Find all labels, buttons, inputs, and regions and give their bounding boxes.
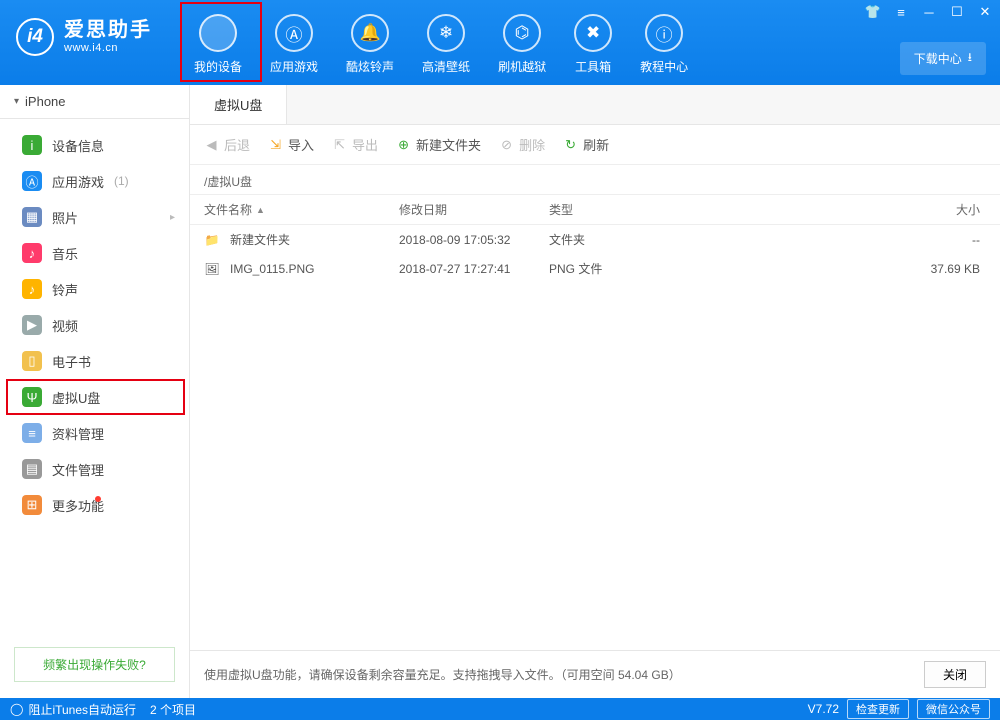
sidebar-item-udisk[interactable]: Ψ虚拟U盘 bbox=[6, 379, 185, 415]
sidebar-item-video[interactable]: ▶视频 bbox=[0, 307, 189, 343]
file-list: 📁新建文件夹2018-08-09 17:05:32文件夹--🖼IMG_0115.… bbox=[190, 225, 1000, 283]
breadcrumb-path[interactable]: /虚拟U盘 bbox=[190, 165, 1000, 194]
col-type[interactable]: 类型 bbox=[549, 201, 699, 218]
table-row[interactable]: 🖼IMG_0115.PNG2018-07-27 17:27:41PNG 文件37… bbox=[190, 254, 1000, 283]
version-label: V7.72 bbox=[808, 702, 839, 716]
sidebar-item-more[interactable]: ⊞更多功能 bbox=[0, 487, 189, 523]
app-url: www.i4.cn bbox=[64, 42, 152, 54]
table-header: 文件名称▲ 修改日期 类型 大小 bbox=[190, 194, 1000, 225]
sidebar-item-info-badge[interactable]: i设备信息 bbox=[0, 127, 189, 163]
main-nav: 我的设备 Ⓐ应用游戏 🔔酷炫铃声 ❄高清壁纸 ⌬刷机越狱 ✖工具箱 ⓘ教程中心 bbox=[194, 0, 688, 75]
notification-dot bbox=[95, 496, 101, 502]
col-date[interactable]: 修改日期 bbox=[399, 201, 549, 218]
download-center-button[interactable]: 下载中心 ⭳ bbox=[900, 42, 986, 75]
sidebar-item-photos[interactable]: ▦照片▸ bbox=[0, 199, 189, 235]
video-icon: ▶ bbox=[22, 315, 42, 335]
delete-button: ⊘删除 bbox=[499, 135, 545, 154]
minimize-icon[interactable]: ─ bbox=[920, 4, 938, 20]
sidebar: ▾ iPhone i设备信息Ⓐ应用游戏 (1)▦照片▸♪音乐♪铃声▶视频▯电子书… bbox=[0, 85, 190, 698]
main-panel: 虚拟U盘 ◀后退 ⇲导入 ⇱导出 ⊕新建文件夹 ⊘删除 ↻刷新 /虚拟U盘 文件… bbox=[190, 85, 1000, 698]
logo: i4 爱思助手 www.i4.cn bbox=[0, 0, 176, 56]
col-name[interactable]: 文件名称▲ bbox=[204, 201, 399, 218]
back-button: ◀后退 bbox=[204, 135, 250, 154]
import-button[interactable]: ⇲导入 bbox=[268, 135, 314, 154]
apps-badge-icon: Ⓐ bbox=[22, 171, 42, 191]
wechat-button[interactable]: 微信公众号 bbox=[917, 699, 990, 719]
app-header: i4 爱思助手 www.i4.cn 我的设备 Ⓐ应用游戏 🔔酷炫铃声 ❄高清壁纸 ⌬刷机… bbox=[0, 0, 1000, 85]
circle-icon: ◯ bbox=[10, 702, 23, 716]
apple-icon bbox=[199, 14, 237, 52]
image-file-icon: 🖼 bbox=[204, 262, 220, 276]
window-controls: 👕 ≡ ─ ☐ ✕ bbox=[864, 4, 994, 20]
menu-icon[interactable]: ≡ bbox=[892, 4, 910, 20]
block-itunes-toggle[interactable]: ◯阻止iTunes自动运行 bbox=[10, 701, 136, 718]
nav-apple[interactable]: 我的设备 bbox=[194, 14, 242, 75]
info-badge-icon: i bbox=[22, 135, 42, 155]
sidebar-item-music[interactable]: ♪音乐 bbox=[0, 235, 189, 271]
new-folder-icon: ⊕ bbox=[396, 137, 411, 152]
logo-icon: i4 bbox=[16, 18, 54, 56]
toolbar: ◀后退 ⇲导入 ⇱导出 ⊕新建文件夹 ⊘删除 ↻刷新 bbox=[190, 125, 1000, 165]
apps-icon: Ⓐ bbox=[275, 14, 313, 52]
nav-tools[interactable]: ✖工具箱 bbox=[574, 14, 612, 75]
import-icon: ⇲ bbox=[268, 137, 283, 152]
photos-icon: ▦ bbox=[22, 207, 42, 227]
sidebar-item-ring[interactable]: ♪铃声 bbox=[0, 271, 189, 307]
tshirt-icon[interactable]: 👕 bbox=[864, 4, 882, 20]
info-icon: ⓘ bbox=[645, 14, 683, 52]
tab-udisk[interactable]: 虚拟U盘 bbox=[190, 84, 287, 124]
sidebar-item-files[interactable]: ▤文件管理 bbox=[0, 451, 189, 487]
close-window-icon[interactable]: ✕ bbox=[976, 4, 994, 20]
delete-icon: ⊘ bbox=[499, 137, 514, 152]
status-bar: ◯阻止iTunes自动运行 2 个项目 V7.72 检查更新 微信公众号 bbox=[0, 698, 1000, 720]
col-size[interactable]: 大小 bbox=[699, 201, 986, 218]
new-folder-button[interactable]: ⊕新建文件夹 bbox=[396, 135, 481, 154]
more-icon: ⊞ bbox=[22, 495, 42, 515]
data-icon: ≡ bbox=[22, 423, 42, 443]
bell-icon: 🔔 bbox=[351, 14, 389, 52]
refresh-icon: ↻ bbox=[563, 137, 578, 152]
music-icon: ♪ bbox=[22, 243, 42, 263]
refresh-button[interactable]: ↻刷新 bbox=[563, 135, 609, 154]
sidebar-item-ebook[interactable]: ▯电子书 bbox=[0, 343, 189, 379]
hint-text: 使用虚拟U盘功能，请确保设备剩余容量充足。支持拖拽导入文件。（可用空间 54.0… bbox=[204, 666, 681, 683]
udisk-icon: Ψ bbox=[22, 387, 42, 407]
device-name: iPhone bbox=[25, 94, 65, 109]
item-count: 2 个项目 bbox=[150, 701, 196, 718]
nav-wallpaper[interactable]: ❄高清壁纸 bbox=[422, 14, 470, 75]
close-button[interactable]: 关闭 bbox=[924, 661, 986, 688]
chevron-down-icon: ▾ bbox=[14, 96, 19, 107]
export-icon: ⇱ bbox=[332, 137, 347, 152]
device-selector[interactable]: ▾ iPhone bbox=[0, 85, 189, 119]
maximize-icon[interactable]: ☐ bbox=[948, 4, 966, 20]
download-icon: ⭳ bbox=[968, 48, 972, 69]
sort-asc-icon: ▲ bbox=[256, 205, 265, 215]
nav-info[interactable]: ⓘ教程中心 bbox=[640, 14, 688, 75]
sidebar-item-data[interactable]: ≡资料管理 bbox=[0, 415, 189, 451]
help-link[interactable]: 频繁出现操作失败? bbox=[14, 647, 175, 682]
export-button: ⇱导出 bbox=[332, 135, 378, 154]
tools-icon: ✖ bbox=[574, 14, 612, 52]
nav-jailbreak[interactable]: ⌬刷机越狱 bbox=[498, 14, 546, 75]
app-name: 爱思助手 bbox=[64, 20, 152, 40]
files-icon: ▤ bbox=[22, 459, 42, 479]
jailbreak-icon: ⌬ bbox=[503, 14, 541, 52]
sidebar-item-apps-badge[interactable]: Ⓐ应用游戏 (1) bbox=[0, 163, 189, 199]
hint-bar: 使用虚拟U盘功能，请确保设备剩余容量充足。支持拖拽导入文件。（可用空间 54.0… bbox=[190, 650, 1000, 698]
ebook-icon: ▯ bbox=[22, 351, 42, 371]
chevron-right-icon: ▸ bbox=[170, 212, 175, 223]
folder-icon: 📁 bbox=[204, 233, 220, 247]
back-icon: ◀ bbox=[204, 137, 219, 152]
check-update-button[interactable]: 检查更新 bbox=[847, 699, 909, 719]
table-row[interactable]: 📁新建文件夹2018-08-09 17:05:32文件夹-- bbox=[190, 225, 1000, 254]
tab-bar: 虚拟U盘 bbox=[190, 85, 1000, 125]
nav-apps[interactable]: Ⓐ应用游戏 bbox=[270, 14, 318, 75]
ring-icon: ♪ bbox=[22, 279, 42, 299]
sidebar-list: i设备信息Ⓐ应用游戏 (1)▦照片▸♪音乐♪铃声▶视频▯电子书Ψ虚拟U盘≡资料管… bbox=[0, 119, 189, 635]
wallpaper-icon: ❄ bbox=[427, 14, 465, 52]
nav-bell[interactable]: 🔔酷炫铃声 bbox=[346, 14, 394, 75]
